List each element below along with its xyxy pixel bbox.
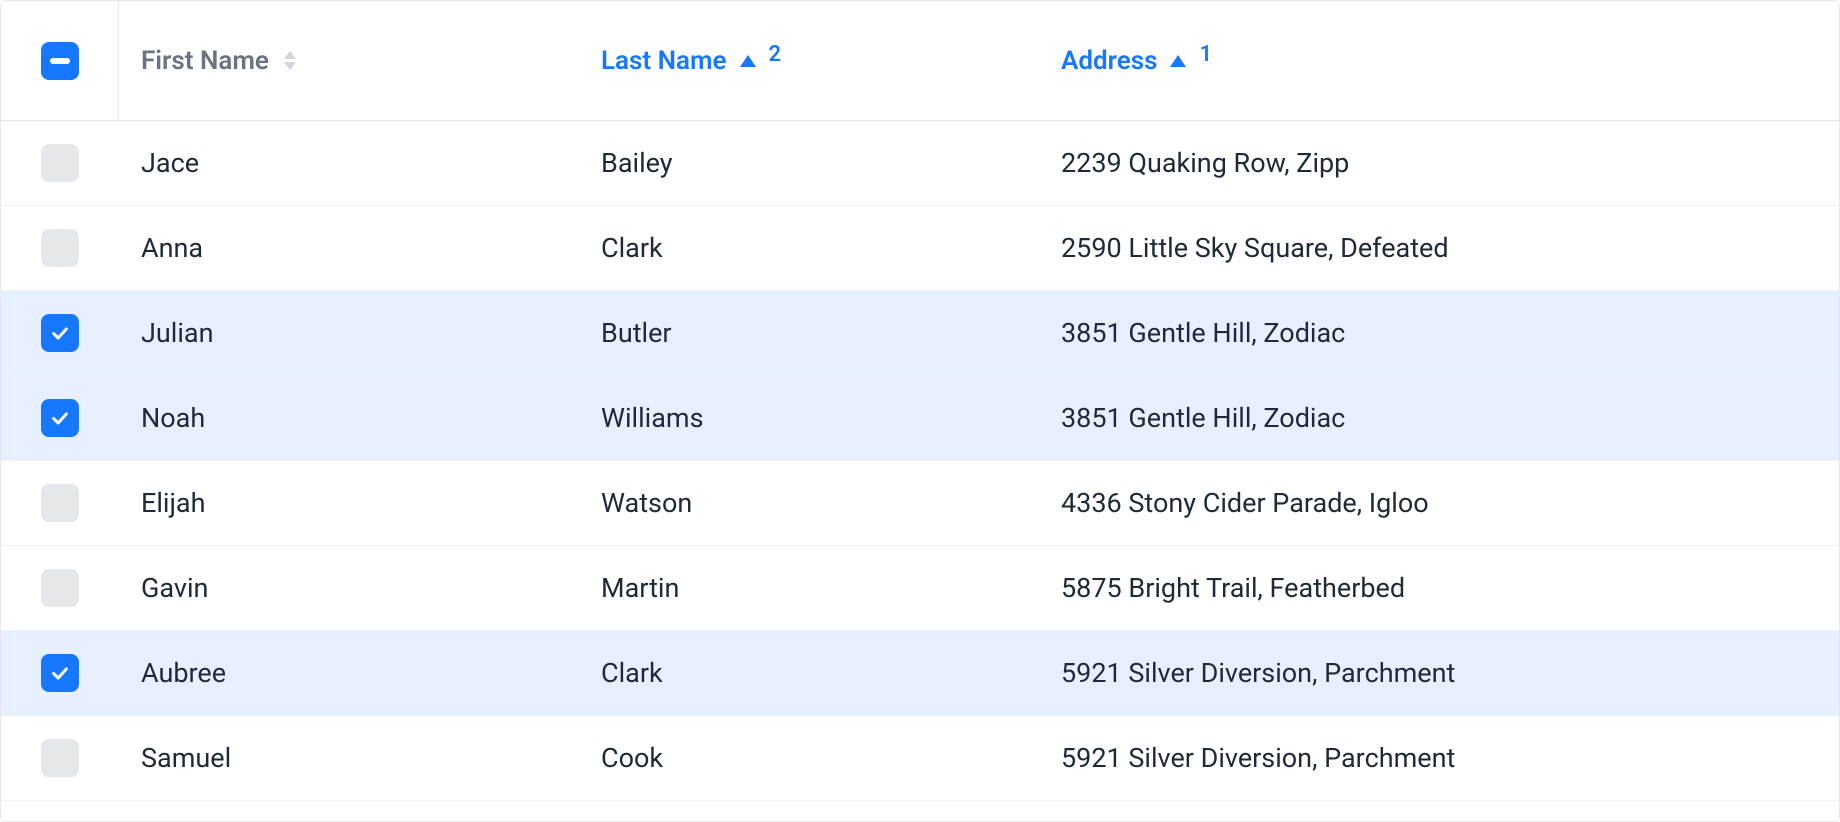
column-header-first-name[interactable]: First Name xyxy=(119,1,579,121)
sort-order-badge: 1 xyxy=(1199,44,1212,66)
row-select-cell xyxy=(1,461,119,546)
check-icon xyxy=(49,322,71,344)
cell-address: 5921 Silver Diversion, Parchment xyxy=(1039,631,1839,716)
cell-address: 2239 Quaking Row, Zipp xyxy=(1039,121,1839,206)
cell-first-name: Noah xyxy=(119,376,579,461)
cell-first-name: Aubree xyxy=(119,631,579,716)
row-checkbox[interactable] xyxy=(41,314,79,352)
cell-first-name: Elijah xyxy=(119,461,579,546)
cell-address: 628 Quaking Nook, Marydel xyxy=(1039,801,1839,822)
table-row[interactable]: SamuelCook5921 Silver Diversion, Parchme… xyxy=(1,716,1839,801)
column-header-label: First Name xyxy=(141,46,269,76)
row-select-cell xyxy=(1,546,119,631)
cell-last-name: Butler xyxy=(579,291,1039,376)
cell-address: 3851 Gentle Hill, Zodiac xyxy=(1039,291,1839,376)
cell-address: 2590 Little Sky Square, Defeated xyxy=(1039,206,1839,291)
cell-last-name: Clark xyxy=(579,631,1039,716)
cell-first-name: Samuel xyxy=(119,716,579,801)
row-select-cell xyxy=(1,291,119,376)
cell-last-name: Cook xyxy=(579,716,1039,801)
cell-last-name: Watson xyxy=(579,461,1039,546)
row-select-cell xyxy=(1,631,119,716)
table-row[interactable]: JulianButler3851 Gentle Hill, Zodiac xyxy=(1,291,1839,376)
sort-icon xyxy=(739,48,757,74)
table-row[interactable]: NoahWilliams3851 Gentle Hill, Zodiac xyxy=(1,376,1839,461)
cell-first-name: Anna xyxy=(119,206,579,291)
sort-order-badge: 2 xyxy=(769,44,782,66)
select-all-checkbox[interactable] xyxy=(41,42,79,80)
check-icon xyxy=(49,407,71,429)
table-header-row: First Name Last Name 2 xyxy=(1,1,1839,121)
cell-last-name: Clark xyxy=(579,206,1039,291)
sort-icon xyxy=(1169,48,1187,74)
table-row[interactable]: AnnaClark2590 Little Sky Square, Defeate… xyxy=(1,206,1839,291)
table-row[interactable]: JaceBailey2239 Quaking Row, Zipp xyxy=(1,121,1839,206)
cell-address: 3851 Gentle Hill, Zodiac xyxy=(1039,376,1839,461)
row-select-cell xyxy=(1,121,119,206)
column-header-label: Last Name xyxy=(601,46,727,76)
sort-asc-icon xyxy=(740,55,756,67)
cell-first-name: Jace xyxy=(119,121,579,206)
sort-up-icon xyxy=(284,51,296,59)
cell-first-name: Gavin xyxy=(119,546,579,631)
select-all-header-cell xyxy=(1,1,119,121)
row-select-cell xyxy=(1,376,119,461)
cell-last-name: Williams xyxy=(579,376,1039,461)
row-checkbox[interactable] xyxy=(41,654,79,692)
cell-last-name: Parker xyxy=(579,801,1039,822)
cell-last-name: Martin xyxy=(579,546,1039,631)
cell-first-name: Aaliyah xyxy=(119,801,579,822)
row-checkbox[interactable] xyxy=(41,399,79,437)
cell-address: 5921 Silver Diversion, Parchment xyxy=(1039,716,1839,801)
data-table: First Name Last Name 2 xyxy=(0,0,1840,822)
row-checkbox[interactable] xyxy=(41,144,79,182)
cell-address: 5875 Bright Trail, Featherbed xyxy=(1039,546,1839,631)
row-select-cell xyxy=(1,801,119,822)
row-checkbox[interactable] xyxy=(41,229,79,267)
sort-down-icon xyxy=(284,62,296,70)
indeterminate-icon xyxy=(50,58,70,64)
cell-last-name: Bailey xyxy=(579,121,1039,206)
sort-icon xyxy=(281,48,299,74)
table-row[interactable]: AaliyahParker628 Quaking Nook, Marydel xyxy=(1,801,1839,822)
column-header-label: Address xyxy=(1061,46,1157,76)
table-row[interactable]: GavinMartin5875 Bright Trail, Featherbed xyxy=(1,546,1839,631)
check-icon xyxy=(49,662,71,684)
row-select-cell xyxy=(1,716,119,801)
table-row[interactable]: AubreeClark5921 Silver Diversion, Parchm… xyxy=(1,631,1839,716)
cell-address: 4336 Stony Cider Parade, Igloo xyxy=(1039,461,1839,546)
row-checkbox[interactable] xyxy=(41,569,79,607)
row-checkbox[interactable] xyxy=(41,739,79,777)
row-select-cell xyxy=(1,206,119,291)
row-checkbox[interactable] xyxy=(41,484,79,522)
column-header-last-name[interactable]: Last Name 2 xyxy=(579,1,1039,121)
cell-first-name: Julian xyxy=(119,291,579,376)
column-header-address[interactable]: Address 1 xyxy=(1039,1,1839,121)
sort-asc-icon xyxy=(1170,55,1186,67)
table-row[interactable]: ElijahWatson4336 Stony Cider Parade, Igl… xyxy=(1,461,1839,546)
